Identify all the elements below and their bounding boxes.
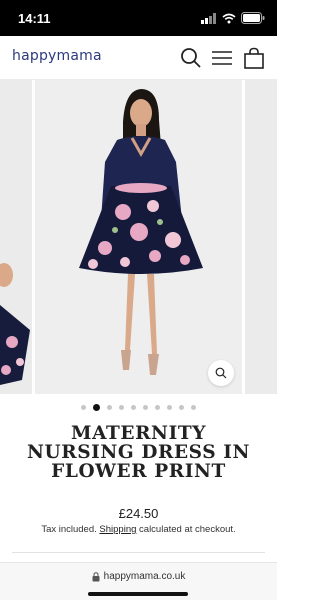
carousel-dot[interactable] — [81, 405, 86, 410]
search-icon[interactable] — [180, 47, 202, 69]
browser-address-bar[interactable]: happymama.co.uk — [0, 562, 277, 600]
lock-icon — [92, 571, 100, 581]
carousel-dot[interactable] — [155, 405, 160, 410]
previous-slide-image[interactable] — [0, 80, 32, 394]
home-indicator[interactable] — [88, 592, 188, 596]
carousel-dot[interactable] — [119, 405, 124, 410]
tax-note: Tax included. Shipping calculated at che… — [0, 524, 277, 535]
status-bar: 14:11 — [0, 0, 277, 36]
carousel-dot[interactable] — [179, 405, 184, 410]
shipping-link[interactable]: Shipping — [99, 524, 136, 535]
carousel-pagination — [0, 404, 277, 411]
wifi-icon — [222, 13, 236, 23]
url-display[interactable]: happymama.co.uk — [0, 571, 277, 582]
carousel-dot[interactable] — [131, 405, 136, 410]
carousel-dot[interactable] — [107, 405, 112, 410]
tax-prefix: Tax included. — [41, 524, 97, 535]
cart-icon[interactable] — [243, 47, 265, 69]
carousel-dot[interactable] — [93, 404, 100, 411]
tax-suffix: calculated at checkout. — [139, 524, 236, 535]
status-icons — [201, 12, 265, 24]
divider — [12, 552, 265, 553]
zoom-button[interactable] — [208, 360, 234, 386]
product-title: MATERNITY NURSING DRESS IN FLOWER PRINT — [26, 423, 251, 482]
battery-icon — [241, 12, 265, 24]
menu-icon[interactable] — [211, 47, 233, 69]
site-header: happymama — [0, 36, 277, 80]
product-price: £24.50 — [118, 506, 159, 521]
next-slide-image[interactable] — [245, 80, 277, 394]
signal-icon — [201, 12, 216, 24]
carousel-dot[interactable] — [143, 405, 148, 410]
carousel-dot[interactable] — [191, 405, 196, 410]
carousel-dot[interactable] — [167, 405, 172, 410]
url-text: happymama.co.uk — [103, 571, 186, 582]
product-image-carousel[interactable] — [0, 80, 277, 396]
zoom-icon — [215, 367, 227, 379]
main-product-image[interactable] — [35, 80, 242, 394]
site-logo[interactable]: happymama — [12, 48, 102, 64]
status-time: 14:11 — [18, 11, 51, 26]
